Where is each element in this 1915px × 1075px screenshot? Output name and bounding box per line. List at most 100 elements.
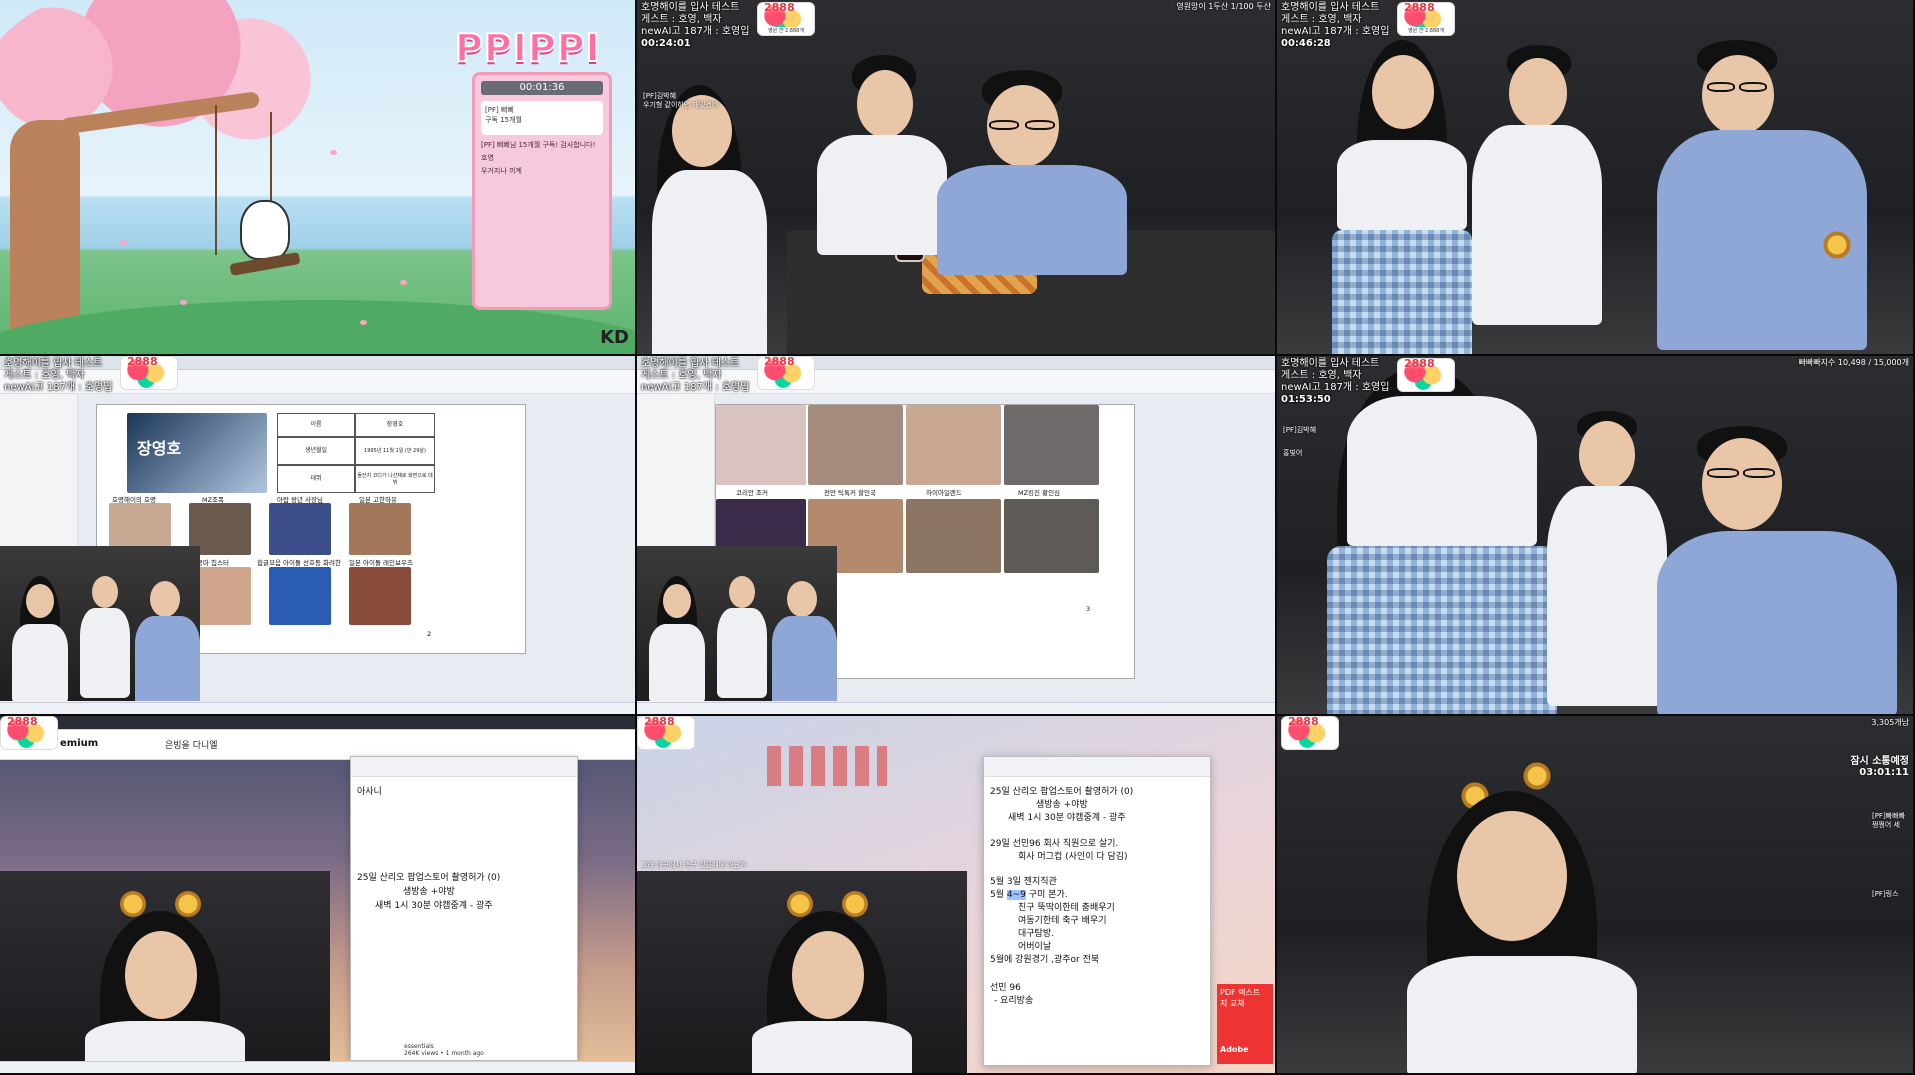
photo-thumb (1004, 405, 1099, 485)
header-debut: 데뷔 (277, 465, 355, 493)
sub-alert-box: [PF] 삐삐 구독 15개월 (481, 101, 603, 135)
tile-browser-notepad[interactable]: emium 은빙을 다니엘 아사니 25일 산리오 팝업스토어 촬영허가 (0)… (0, 716, 637, 1075)
desktop-icons[interactable] (767, 746, 887, 786)
video-views: 264K views • 1 month ago (404, 1050, 484, 1057)
cat-ear-icon (175, 891, 201, 917)
youtube-brand: emium (60, 738, 99, 749)
balloon-sticker: 2888 영원 깐 2,888개 (757, 1, 815, 36)
tile-dance-closeup[interactable]: 호명해이를 입사 테스트 게스트 : 호영, 백자 newAI고 187개 : … (1277, 356, 1915, 716)
value-name: 장영호 (355, 413, 435, 437)
browser-tabs[interactable] (0, 716, 635, 730)
adobe-ad-banner[interactable]: PDF 텍스트 지 교체 Adobe (1217, 984, 1273, 1064)
alert-name: [PF] 삐삐 (485, 106, 514, 114)
goal-value: 3,305개남 (1871, 718, 1909, 727)
note-line: 대구탐방. (1018, 929, 1054, 939)
tile-document-profile[interactable]: 장영호 이름 장영호 생년월일 1995년 11월 1일 (만 29살) 데뷔 … (0, 356, 637, 716)
photo-thumb (1004, 499, 1099, 573)
title-line: 게스트 : 호영, 백자 (641, 370, 722, 381)
stream-overlay-title: 호명해이를 입사 테스트 게스트 : 호영, 백자 newAI고 187개 : … (641, 358, 749, 394)
note-line: 새벽 1시 30분 야캠중계 - 광주 (1008, 813, 1126, 823)
caption: 몽마 칩스터 (197, 559, 229, 567)
title-line: newAI고 187개 : 호영입 (641, 382, 750, 393)
note-line: 새벽 1시 30분 야캠중계 - 광주 (375, 901, 493, 911)
channel-name: essentials (404, 1043, 434, 1050)
tree-trunk (10, 120, 80, 350)
chat-message: 쩡쩡어 세 (1871, 821, 1900, 829)
person-face (1509, 58, 1567, 128)
profile-name-art: 장영호 (137, 439, 182, 458)
stream-timer: 00:46:28 (1281, 38, 1331, 49)
photo-thumb (269, 567, 331, 625)
note-line: 선민 96 (990, 983, 1021, 993)
note-line: 생방송 +야방 (403, 887, 455, 897)
stream-multiview-grid: PPIPPI 00:01:36 [PF] 삐삐 구독 15개월 [PF] 삐삐님… (0, 0, 1915, 1075)
ad-line: 지 교체 (1220, 999, 1245, 1008)
webcam-inset (0, 546, 200, 701)
youtube-search-input[interactable]: 은빙을 다니엘 (165, 738, 218, 751)
title-line: 호명해이를 입사 테스트 (1281, 358, 1380, 369)
title-line: 호명해이를 입사 테스트 (4, 358, 103, 369)
balloon-sticker: 2888 영원 깐 2,888개 (1397, 1, 1455, 36)
person-face (663, 584, 691, 618)
petal (180, 300, 187, 305)
tile-eating[interactable]: 호명해이를 입사 테스트 게스트 : 호영, 백자 newAI고 187개 : … (637, 0, 1277, 356)
photo-thumb (349, 503, 411, 555)
photo-thumb (269, 503, 331, 555)
ppippi-logo: PPIPPI (454, 25, 601, 71)
chat-line: 호영 (481, 154, 494, 162)
photo-thumb (808, 405, 903, 485)
note-line: 5월 4~9 구미 본가. (990, 890, 1068, 901)
balloon-sticker: 2888 (0, 716, 58, 750)
goal-value: 1/100 두산 (1230, 2, 1271, 11)
tile-closeup[interactable]: 2888 3,305개남 잠시 소통예정 03:01:11 [PF]빠빠빠 쩡쩡… (1277, 716, 1915, 1075)
person-face (1702, 55, 1774, 135)
tile-desktop-notepad[interactable]: 그래 대구에서 축구 있을때에 아닌가 25일 산리오 팝업스토어 촬영허가 (… (637, 716, 1277, 1075)
tile-dancing[interactable]: 호명해이를 입사 테스트 게스트 : 호영, 백자 newAI고 187개 : … (1277, 0, 1915, 356)
title-line: 게스트 : 호영, 백자 (641, 14, 722, 25)
balloon-count: 2888 (127, 356, 158, 368)
stream-timer: 01:53:50 (1281, 394, 1331, 405)
balloon-count: 2888 (1404, 357, 1435, 370)
notepad-window[interactable]: 25일 산리오 팝업스토어 촬영허가 (0) 생방송 +야방 새벽 1시 30분… (983, 756, 1211, 1066)
tile-illustration[interactable]: PPIPPI 00:01:36 [PF] 삐삐 구독 15개월 [PF] 삐삐님… (0, 0, 637, 356)
title-line: 호명해이를 입사 테스트 (641, 2, 740, 13)
note-line: 25일 산리오 팝업스토어 촬영허가 (0) (357, 873, 501, 883)
person-shirt (1407, 956, 1637, 1073)
notepad-window[interactable]: 아사니 25일 산리오 팝업스토어 촬영허가 (0) 생방송 +야방 새벽 1시… (350, 756, 578, 1061)
note-line: 회사 머그컵 (사인이 다 담김) (1018, 852, 1128, 862)
header-name: 이름 (277, 413, 355, 437)
person-shirt (1337, 140, 1467, 230)
note-line: 여동기한테 축구 배우기 (1018, 916, 1107, 926)
windows-taskbar[interactable] (637, 702, 1275, 714)
video-meta[interactable]: essentials 264K views • 1 month ago (400, 1041, 488, 1059)
glasses (989, 120, 1019, 130)
balloon-count: 2888 (644, 716, 675, 728)
stream-timer: 00:24:01 (641, 38, 691, 49)
windows-taskbar[interactable] (0, 702, 635, 714)
note-line: 25일 산리오 팝업스토어 촬영허가 (0) (990, 787, 1134, 797)
cat-ear-icon (1517, 756, 1557, 796)
chat-panel: 00:01:36 [PF] 삐삐 구독 15개월 [PF] 삐삐님 15개월 구… (472, 72, 612, 310)
chat-overlay: 그래 대구에서 축구 있을때에 아닌가 (641, 861, 747, 869)
notepad-toolbar[interactable] (984, 757, 1210, 777)
person-face (1372, 55, 1434, 129)
person-shirt (1547, 486, 1667, 706)
tile-document-photos[interactable]: 코리안 조커 전만 틱톡커 할인국 하이아일랜드 MZ킹진 황인심 3 호명해이… (637, 356, 1277, 716)
panel-timer: 00:01:36 (481, 81, 603, 95)
petal (360, 320, 367, 325)
stream-overlay-title: 호명해이를 입사 테스트 게스트 : 호영, 백자 newAI고 187개 : … (1281, 2, 1389, 50)
balloon-count: 2888 (764, 1, 795, 14)
chat-user: [PF]빠빠빠 (1871, 812, 1905, 820)
title-line: 게스트 : 호영, 백자 (4, 370, 85, 381)
chat-overlay: [PF]빠빠빠 쩡쩡어 세 [PF]링스 (1872, 812, 1905, 899)
balloon-sticker: 2888 (757, 356, 815, 390)
balloon-sticker: 2888 (1397, 357, 1455, 392)
title-line: newAI고 187개 : 호영입 (1281, 382, 1390, 393)
notepad-toolbar[interactable] (351, 757, 577, 777)
photo-thumb (906, 405, 1001, 485)
status-title: 잠시 소통예정 (1850, 756, 1909, 767)
person-shirt (717, 608, 767, 698)
windows-taskbar[interactable] (0, 1061, 635, 1073)
person-face (787, 581, 817, 617)
person-shirt (772, 616, 837, 701)
